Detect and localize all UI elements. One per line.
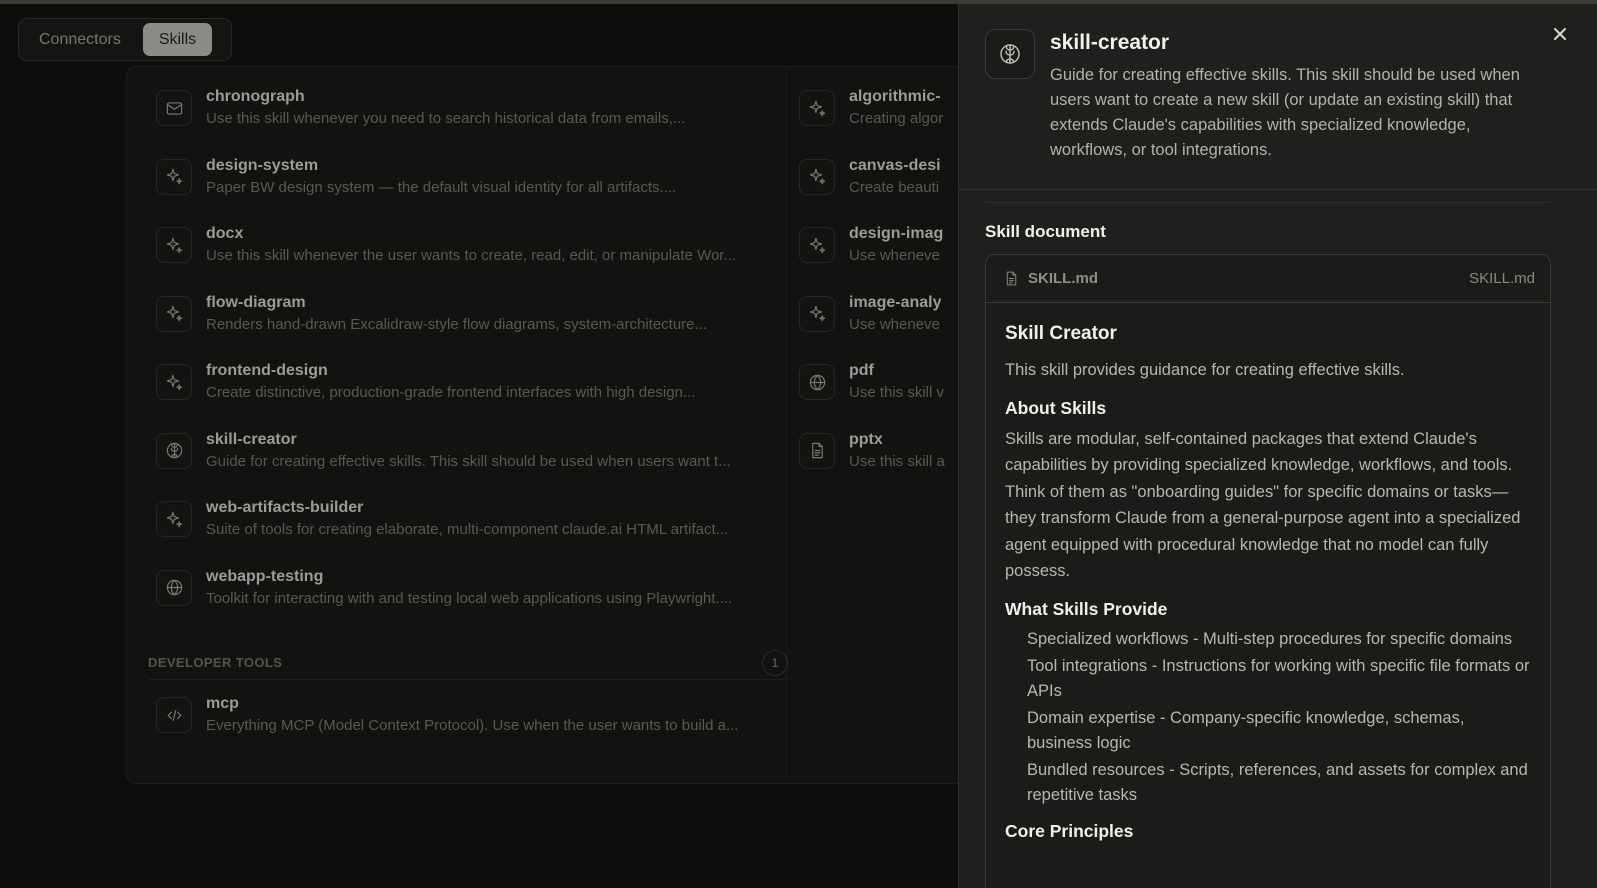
doc-heading-provide: What Skills Provide: [1005, 598, 1168, 619]
mail-icon: [156, 90, 192, 126]
skill-description: Paper BW design system — the default vis…: [206, 178, 677, 196]
skill-description: Creating algor: [849, 110, 944, 127]
skill-title: frontend-design: [206, 362, 328, 379]
file-name-label: SKILL.md: [1469, 270, 1535, 287]
doc-title: Skill Creator: [1005, 323, 1117, 344]
count-badge: 1: [762, 649, 788, 676]
skill-title: canvas-desi: [849, 156, 941, 174]
doc-intro: This skill provides guidance for creatin…: [1005, 361, 1405, 379]
tab-skills[interactable]: Skills: [142, 23, 213, 56]
sparkle-icon: [799, 295, 835, 332]
developer-tools-header: DEVELOPER TOOLS 1: [148, 649, 788, 680]
skill-title: algorithmic-: [849, 88, 941, 105]
skill-description: Guide for creating effective skills. Thi…: [206, 452, 731, 470]
document-icon: [799, 432, 835, 469]
skill-document-viewer[interactable]: SKILL.md SKILL.md Skill Creator This ski…: [985, 254, 1551, 888]
doc-heading-about: About Skills: [1005, 397, 1107, 418]
skill-row-flow-diagram[interactable]: flow-diagram Renders hand-drawn Excalidra…: [156, 292, 707, 350]
doc-heading-principles: Core Principles: [1005, 821, 1134, 841]
globe-icon: [156, 569, 192, 606]
list-item: Tool integrations - Instructions for wor…: [1027, 657, 1530, 700]
skill-row-pdf[interactable]: pdf Use this skill v: [799, 360, 944, 418]
skill-row-frontend-design[interactable]: frontend-design Create distinctive, produ…: [156, 360, 695, 418]
list-item: Specialized workflows - Multi-step proce…: [1027, 629, 1513, 648]
skill-description: Everything MCP (Model Context Protocol).…: [206, 717, 739, 734]
close-button[interactable]: [1549, 23, 1571, 45]
file-icon: [1006, 271, 1017, 286]
skill-title: pdf: [849, 362, 874, 379]
skill-row-skill-creator[interactable]: skill-creator Guide for creating effectiv…: [156, 429, 731, 487]
skill-description: Create beauti: [849, 178, 940, 196]
skill-title: design-imag: [849, 225, 944, 242]
skill-row-design-system[interactable]: design-system Paper BW design system — th…: [156, 155, 676, 213]
list-item: Bundled resources - Scripts, references,…: [1027, 761, 1528, 804]
document-content: Skill Creator This skill provides guidan…: [986, 303, 1550, 843]
sparkle-icon: [156, 364, 192, 400]
skill-description: Use this skill whenever you need to sear…: [206, 110, 686, 127]
skill-row-image-analy[interactable]: image-analy Use wheneve: [799, 292, 941, 350]
skill-title: skill-creator: [206, 430, 297, 448]
doc-about-text: Skills are modular, self-contained packa…: [1005, 429, 1521, 581]
skill-detail-panel: skill-creator Guide for creating effecti…: [958, 4, 1597, 888]
skill-row-pptx[interactable]: pptx Use this skill a: [799, 429, 945, 487]
divider: [985, 202, 1550, 203]
skill-title: webapp-testing: [206, 567, 324, 585]
brain-icon: [156, 432, 192, 469]
skill-row-docx[interactable]: docx Use this skill whenever the user wan…: [156, 223, 736, 281]
skill-title: web-artifacts-builder: [206, 499, 364, 516]
sparkle-icon: [156, 501, 192, 537]
panel-header: skill-creator Guide for creating effecti…: [959, 4, 1597, 190]
skill-description: Use wheneve: [849, 247, 940, 264]
skill-row-algorithmic[interactable]: algorithmic- Creating algor: [799, 86, 943, 144]
skill-title: design-system: [206, 156, 319, 174]
skill-row-chronograph[interactable]: chronograph Use this skill whenever you n…: [156, 86, 685, 144]
skill-title: pptx: [849, 430, 883, 448]
code-icon: [156, 697, 192, 733]
panel-title: skill-creator: [1050, 31, 1170, 54]
skill-row-webapp-testing[interactable]: webapp-testing Toolkit for interacting wi…: [156, 566, 732, 624]
skill-description: Use this skill a: [849, 452, 945, 470]
skill-row-design-imag[interactable]: design-imag Use wheneve: [799, 223, 943, 281]
sparkle-icon: [799, 158, 835, 195]
skill-description: Suite of tools for creating elaborate, m…: [206, 521, 729, 538]
sparkle-icon: [799, 90, 835, 126]
panel-description: Guide for creating effective skills. Thi…: [1050, 66, 1520, 159]
skill-description: Use this skill whenever the user wants t…: [206, 247, 736, 264]
sparkle-icon: [799, 227, 835, 263]
tab-switcher: Connectors Skills: [18, 18, 232, 61]
tab-connectors[interactable]: Connectors: [23, 23, 137, 56]
skill-title: flow-diagram: [206, 293, 306, 311]
sparkle-icon: [156, 227, 192, 263]
skill-description: Use wheneve: [849, 315, 940, 333]
sparkle-icon: [156, 295, 192, 332]
skill-document-heading: Skill document: [985, 222, 1106, 241]
skill-description: Toolkit for interacting with and testing…: [206, 589, 733, 607]
skill-description: Renders hand-drawn Excalidraw-style flow…: [206, 315, 708, 333]
skill-row-web-artifacts-builder[interactable]: web-artifacts-builder Suite of tools for …: [156, 497, 728, 555]
provide-list: Specialized workflows - Multi-step proce…: [1005, 627, 1531, 808]
section-label: DEVELOPER TOOLS: [148, 655, 283, 670]
skill-row-canvas-desi[interactable]: canvas-desi Create beauti: [799, 155, 941, 213]
list-item: Domain expertise - Company-specific know…: [1027, 709, 1465, 752]
document-file-bar: SKILL.md SKILL.md: [986, 255, 1550, 303]
skill-title: mcp: [206, 695, 239, 712]
skill-description: Create distinctive, production-grade fro…: [206, 384, 696, 401]
skill-description: Use this skill v: [849, 384, 945, 401]
file-name: SKILL.md: [1028, 270, 1098, 287]
close-icon: [1554, 28, 1566, 40]
skill-title: chronograph: [206, 88, 305, 105]
skill-title: docx: [206, 225, 244, 242]
brain-icon: [985, 29, 1035, 79]
skill-title: image-analy: [849, 293, 942, 311]
sparkle-icon: [156, 158, 192, 195]
skill-row-mcp[interactable]: mcp Everything MCP (Model Context Protoco…: [156, 693, 738, 751]
globe-icon: [799, 364, 835, 400]
